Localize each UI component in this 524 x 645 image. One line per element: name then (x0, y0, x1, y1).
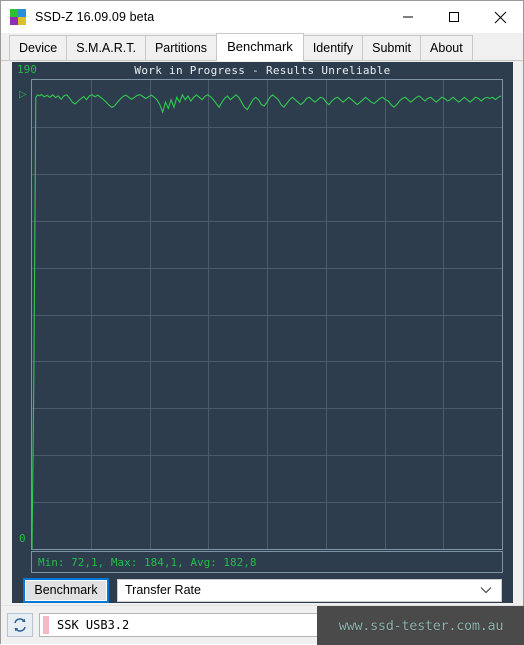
chart-cursor-marker: ▷ (19, 89, 27, 100)
benchmark-run-button[interactable]: Benchmark (23, 577, 109, 603)
site-watermark-text: www.ssd-tester.com.au (338, 617, 504, 634)
device-name-label: SSK USB3.2 (57, 618, 130, 632)
tab-smart[interactable]: S.M.A.R.T. (66, 35, 146, 60)
tab-identify[interactable]: Identify (302, 35, 364, 60)
tab-device[interactable]: Device (9, 35, 68, 60)
minimize-icon (403, 16, 413, 18)
transfer-rate-chart (32, 80, 502, 549)
close-button[interactable] (477, 2, 523, 33)
chart-gridlines (32, 80, 502, 549)
minimize-button[interactable] (385, 2, 431, 33)
chevron-down-icon (480, 586, 492, 593)
y-axis-max-label: 190 (17, 63, 37, 76)
benchmark-stats-box: Min: 72,1, Max: 184,1, Avg: 182,8 (31, 551, 503, 573)
y-axis-min-label: 0 (19, 532, 26, 545)
tab-benchmark[interactable]: Benchmark (216, 33, 304, 61)
benchmark-type-value: Transfer Rate (125, 583, 201, 597)
maximize-icon (449, 12, 459, 22)
tab-submit[interactable]: Submit (362, 35, 422, 60)
maximize-button[interactable] (431, 2, 477, 33)
transfer-rate-line (32, 93, 502, 549)
close-icon (494, 11, 506, 23)
app-grid-icon (10, 9, 26, 25)
application-window: SSD-Z 16.09.09 beta Device S.M.A.R.T. Pa… (0, 0, 524, 645)
tab-partitions[interactable]: Partitions (144, 35, 218, 60)
site-watermark: www.ssd-tester.com.au (317, 606, 524, 645)
title-bar: SSD-Z 16.09.09 beta (1, 1, 523, 33)
refresh-button[interactable] (7, 613, 33, 637)
benchmark-stats-text: Min: 72,1, Max: 184,1, Avg: 182,8 (38, 555, 257, 569)
tab-about[interactable]: About (420, 35, 473, 60)
window-title: SSD-Z 16.09.09 beta (35, 10, 155, 24)
benchmark-type-select[interactable]: Transfer Rate (117, 578, 502, 602)
benchmark-panel: Work in Progress - Results Unreliable 19… (12, 62, 513, 603)
refresh-icon (14, 618, 26, 632)
benchmark-warning-title: Work in Progress - Results Unreliable (134, 64, 391, 77)
benchmark-chart-plot (31, 79, 503, 550)
benchmark-controls-row: Benchmark Transfer Rate (23, 577, 502, 603)
tab-strip: Device S.M.A.R.T. Partitions Benchmark I… (1, 33, 523, 61)
